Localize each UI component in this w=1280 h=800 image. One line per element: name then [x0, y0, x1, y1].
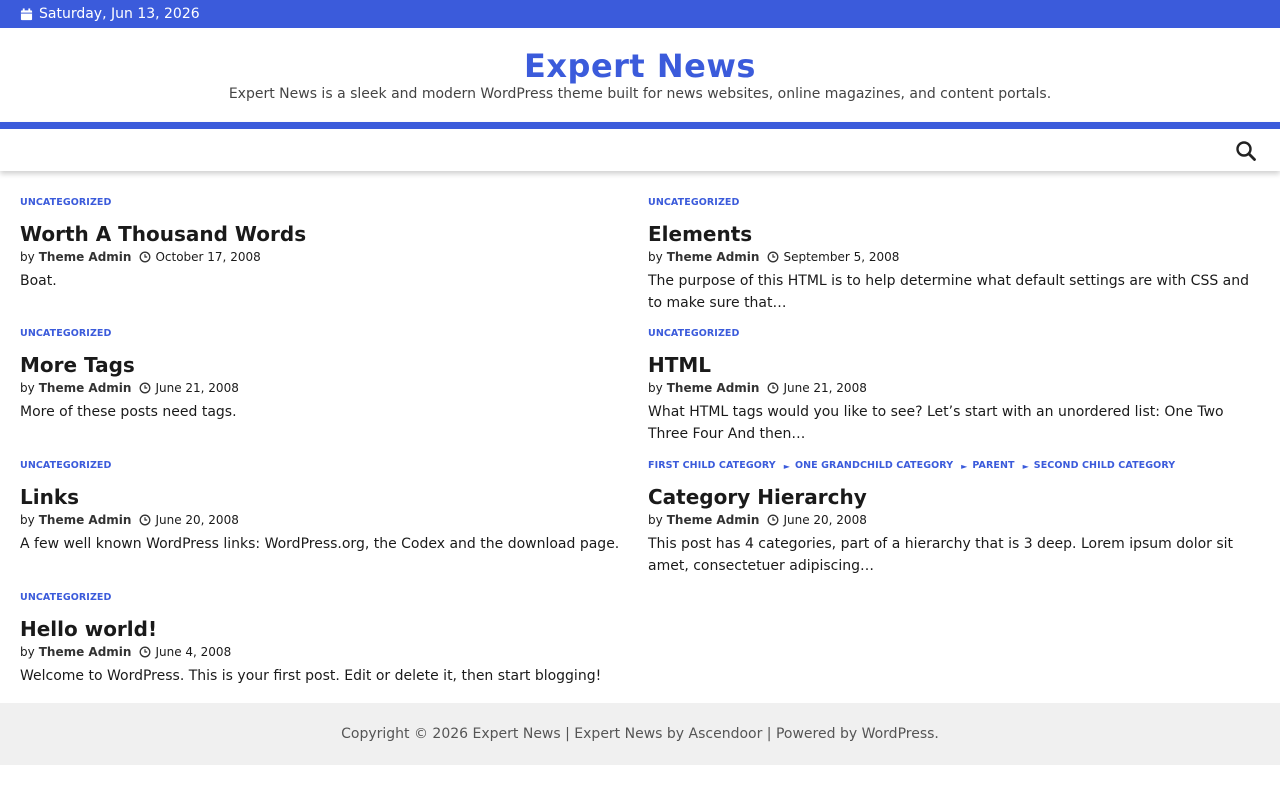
- post-categories: UNCATEGORIZED: [648, 327, 1258, 341]
- post-author[interactable]: Theme Admin: [39, 512, 132, 528]
- post-meta: by Theme Admin June 21, 2008: [20, 379, 630, 397]
- post-author[interactable]: Theme Admin: [39, 644, 132, 660]
- post-card: UNCATEGORIZED Worth A Thousand Words by …: [20, 196, 630, 293]
- post-author[interactable]: Theme Admin: [667, 249, 760, 265]
- search-icon[interactable]: [1234, 139, 1258, 163]
- site-title[interactable]: Expert News: [0, 47, 1280, 85]
- post-author[interactable]: Theme Admin: [667, 512, 760, 528]
- post-card: UNCATEGORIZED More Tags by Theme Admin J…: [20, 327, 630, 424]
- post-categories: UNCATEGORIZED: [20, 327, 630, 341]
- clock-icon: [768, 514, 779, 526]
- post-title[interactable]: HTML: [648, 353, 1258, 377]
- category-link[interactable]: UNCATEGORIZED: [20, 328, 112, 340]
- post-excerpt: Welcome to WordPress. This is your first…: [20, 668, 602, 684]
- post-author[interactable]: Theme Admin: [39, 249, 132, 265]
- by-label: by: [648, 513, 663, 527]
- category-link[interactable]: FIRST CHILD CATEGORY: [648, 460, 776, 472]
- wordpress-link[interactable]: WordPress: [862, 726, 935, 742]
- post-excerpt: This post has 4 categories, part of a hi…: [648, 536, 1234, 574]
- post-meta: by Theme Admin October 17, 2008: [20, 248, 630, 266]
- top-bar: Saturday, Jun 13, 2026: [0, 0, 1280, 28]
- post-categories: UNCATEGORIZED: [648, 196, 1258, 210]
- category-link[interactable]: ONE GRANDCHILD CATEGORY: [795, 460, 953, 472]
- post-title[interactable]: Worth A Thousand Words: [20, 222, 630, 246]
- post-categories: UNCATEGORIZED: [20, 459, 630, 473]
- post-excerpt: What HTML tags would you like to see? Le…: [648, 404, 1224, 442]
- theme-author-link[interactable]: Ascendoor: [689, 726, 763, 742]
- post-excerpt: Boat.: [20, 273, 57, 289]
- post-date[interactable]: June 20, 2008: [155, 512, 238, 528]
- post-author[interactable]: Theme Admin: [667, 380, 760, 396]
- category-separator: ►: [1022, 461, 1029, 471]
- footer-separator: |: [560, 726, 575, 742]
- post-date[interactable]: June 21, 2008: [783, 380, 866, 396]
- site-footer: Copyright © 2026 Expert News | Expert Ne…: [0, 703, 1280, 765]
- post-meta: by Theme Admin September 5, 2008: [648, 248, 1258, 266]
- primary-navigation: [0, 122, 1280, 171]
- category-separator: ►: [783, 461, 790, 471]
- post-card: UNCATEGORIZED Links by Theme Admin June …: [20, 459, 630, 556]
- clock-icon: [140, 646, 151, 658]
- category-link[interactable]: SECOND CHILD CATEGORY: [1034, 460, 1175, 472]
- category-link[interactable]: UNCATEGORIZED: [648, 328, 740, 340]
- copyright-text: Copyright © 2026: [341, 726, 469, 742]
- by-label: by: [20, 513, 35, 527]
- by-label: by: [20, 250, 35, 264]
- footer-site-link[interactable]: Expert News: [473, 726, 561, 742]
- category-link[interactable]: UNCATEGORIZED: [648, 197, 740, 209]
- post-categories: FIRST CHILD CATEGORY ► ONE GRANDCHILD CA…: [648, 459, 1258, 473]
- clock-icon: [140, 514, 151, 526]
- post-date[interactable]: September 5, 2008: [783, 249, 899, 265]
- post-categories: UNCATEGORIZED: [20, 591, 630, 605]
- post-date[interactable]: June 20, 2008: [783, 512, 866, 528]
- post-date[interactable]: June 4, 2008: [155, 644, 231, 660]
- post-card: FIRST CHILD CATEGORY ► ONE GRANDCHILD CA…: [648, 459, 1258, 577]
- powered-by-text: | Powered by: [762, 726, 858, 742]
- post-date[interactable]: June 21, 2008: [155, 380, 238, 396]
- current-date: Saturday, Jun 13, 2026: [20, 5, 200, 23]
- date-text: Saturday, Jun 13, 2026: [39, 6, 200, 22]
- post-title[interactable]: Hello world!: [20, 617, 630, 641]
- by-label: by: [20, 381, 35, 395]
- clock-icon: [768, 382, 779, 394]
- category-link[interactable]: UNCATEGORIZED: [20, 592, 112, 604]
- clock-icon: [768, 251, 779, 263]
- category-link[interactable]: PARENT: [972, 460, 1014, 472]
- by-label: by: [648, 250, 663, 264]
- footer-credits: Copyright © 2026 Expert News | Expert Ne…: [0, 724, 1280, 744]
- clock-icon: [140, 251, 151, 263]
- footer-period: .: [934, 726, 939, 742]
- post-title[interactable]: Links: [20, 485, 630, 509]
- clock-icon: [140, 382, 151, 394]
- category-separator: ►: [961, 461, 968, 471]
- post-title[interactable]: Elements: [648, 222, 1258, 246]
- post-excerpt: A few well known WordPress links: WordPr…: [20, 536, 620, 552]
- post-meta: by Theme Admin June 21, 2008: [648, 379, 1258, 397]
- calendar-icon: [20, 7, 33, 20]
- post-excerpt: More of these posts need tags.: [20, 404, 237, 420]
- post-title[interactable]: Category Hierarchy: [648, 485, 1258, 509]
- post-card: UNCATEGORIZED HTML by Theme Admin June 2…: [648, 327, 1258, 445]
- by-label: by: [20, 645, 35, 659]
- post-meta: by Theme Admin June 20, 2008: [20, 511, 630, 529]
- post-categories: UNCATEGORIZED: [20, 196, 630, 210]
- post-excerpt: The purpose of this HTML is to help dete…: [648, 273, 1250, 311]
- post-meta: by Theme Admin June 20, 2008: [648, 511, 1258, 529]
- theme-credit-text: Expert News by: [574, 726, 685, 742]
- by-label: by: [648, 381, 663, 395]
- post-title[interactable]: More Tags: [20, 353, 630, 377]
- post-date[interactable]: October 17, 2008: [155, 249, 260, 265]
- post-meta: by Theme Admin June 4, 2008: [20, 643, 630, 661]
- site-header: Expert News Expert News is a sleek and m…: [0, 28, 1280, 122]
- post-author[interactable]: Theme Admin: [39, 380, 132, 396]
- category-link[interactable]: UNCATEGORIZED: [20, 460, 112, 472]
- site-description: Expert News is a sleek and modern WordPr…: [228, 86, 1052, 102]
- post-card: UNCATEGORIZED Elements by Theme Admin Se…: [648, 196, 1258, 314]
- post-card: UNCATEGORIZED Hello world! by Theme Admi…: [20, 591, 630, 688]
- category-link[interactable]: UNCATEGORIZED: [20, 197, 112, 209]
